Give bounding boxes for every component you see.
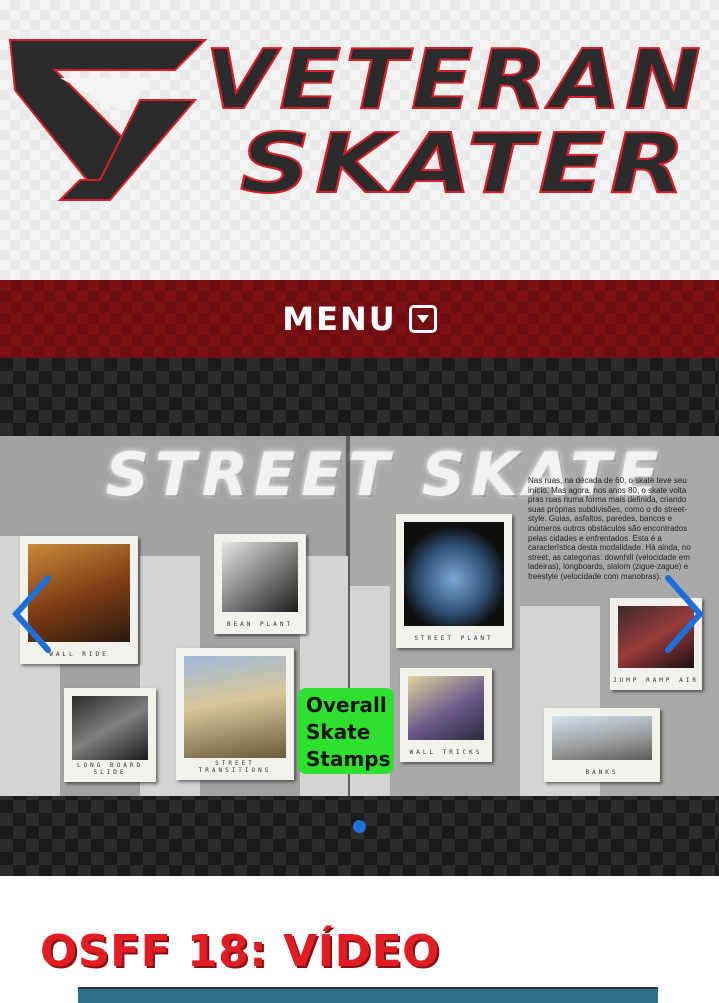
badge-line: Overall (306, 693, 387, 717)
photo-caption: STREET PLANT (414, 635, 494, 642)
photo-caption: STREET TRANSITIONS (198, 760, 272, 774)
article-title[interactable]: OSFF 18: VÍDEO (40, 926, 440, 977)
skate-photo: STREET PLANT (396, 514, 512, 648)
overall-skate-stamps-badge[interactable]: Overall Skate Stamps (298, 688, 394, 774)
slider-dot-active[interactable] (353, 820, 366, 833)
skate-photo: LONG BOARD SLIDE (64, 688, 156, 782)
photo-caption: BEAN PLANT (226, 621, 294, 628)
article-section: OSFF 18: VÍDEO (0, 876, 719, 1003)
skate-photo: BEAN PLANT (214, 534, 306, 634)
menu-toggle-bar[interactable]: MENU (0, 280, 719, 358)
dropdown-icon (408, 305, 437, 333)
slide-street-skate[interactable]: STREET SKATE WALL RIDE BEAN PLANT STREET… (0, 436, 719, 796)
photo-caption: LONG BOARD SLIDE (76, 762, 144, 776)
image-slider: STREET SKATE WALL RIDE BEAN PLANT STREET… (0, 358, 719, 876)
chevron-right-icon[interactable] (660, 574, 706, 654)
skate-photo: BANKS (544, 708, 660, 782)
veteran-skater-logo[interactable]: VETERAN SKATER (0, 30, 719, 220)
photo-caption: BANKS (585, 769, 619, 776)
photo-caption: WALL TRICKS (409, 749, 483, 756)
badge-line: Skate (306, 720, 371, 744)
logo-emblem (8, 39, 208, 201)
logo-text-skater: SKATER (240, 117, 690, 212)
menu-label: MENU (282, 300, 397, 338)
badge-line: Stamps (306, 747, 391, 771)
site-header: VETERAN SKATER (0, 0, 719, 280)
logo-text-veteran: VETERAN (205, 33, 705, 128)
photo-caption: JUMP RAMP AIR (613, 677, 699, 684)
chevron-left-icon[interactable] (10, 574, 56, 654)
skate-photo: STREET TRANSITIONS (176, 648, 294, 780)
skate-photo: WALL TRICKS (400, 668, 492, 762)
slider-pagination (0, 820, 719, 836)
magazine-article-text: Nas ruas, na década de 60, o skate teve … (528, 476, 691, 581)
